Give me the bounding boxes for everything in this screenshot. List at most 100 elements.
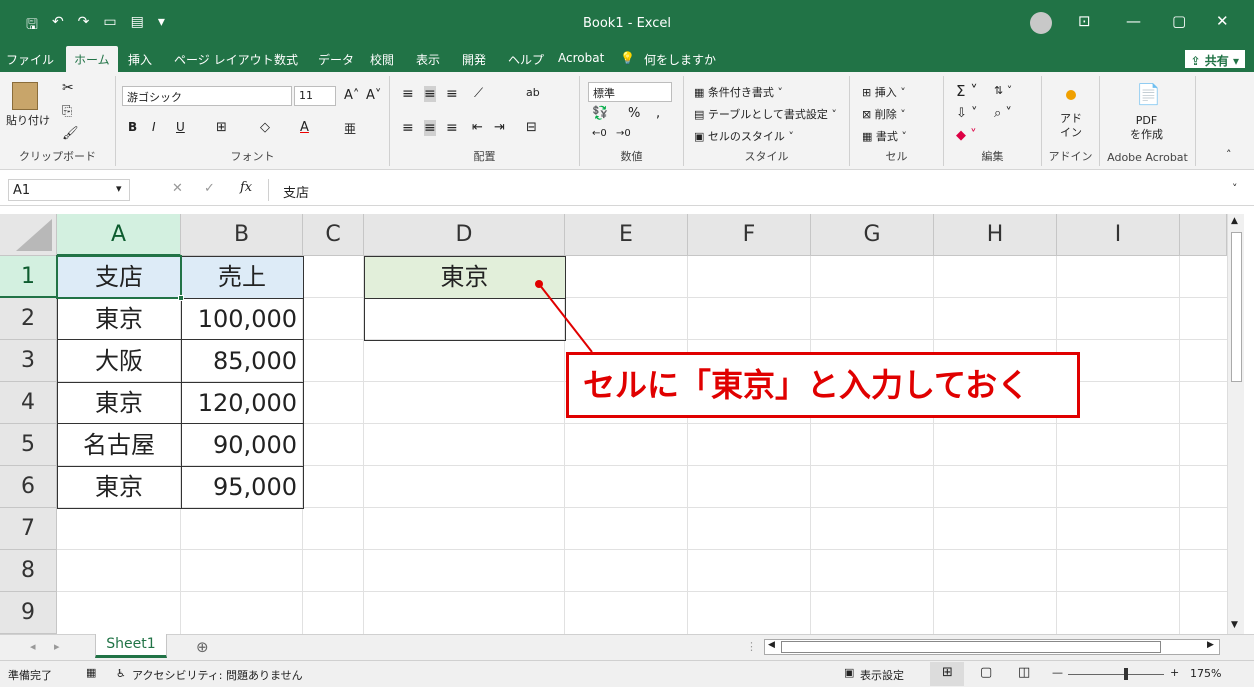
paste-icon[interactable] bbox=[12, 82, 38, 110]
row-header-6[interactable]: 6 bbox=[0, 466, 57, 508]
cut-icon[interactable]: ✂ bbox=[62, 80, 74, 96]
normal-view-icon[interactable]: ⊞ bbox=[942, 665, 953, 680]
decrease-font-icon[interactable]: A˅ bbox=[366, 88, 381, 103]
macro-record-icon[interactable]: ▦ bbox=[86, 666, 96, 679]
increase-font-icon[interactable]: A˄ bbox=[344, 88, 359, 103]
sheet-tab-sheet1[interactable]: Sheet1 bbox=[95, 634, 167, 658]
align-middle-icon[interactable]: ≡ bbox=[424, 86, 436, 102]
cell-a4[interactable]: 東京 bbox=[57, 382, 181, 424]
display-settings[interactable]: 表示設定 bbox=[860, 667, 904, 683]
zoom-in-icon[interactable]: + bbox=[1170, 666, 1179, 679]
addins-icon[interactable] bbox=[1066, 90, 1076, 100]
collapse-ribbon-icon[interactable]: ˄ bbox=[1226, 148, 1232, 161]
close-button[interactable]: ✕ bbox=[1216, 12, 1229, 30]
format-as-table-button[interactable]: ▤ テーブルとして書式設定 ˅ bbox=[694, 106, 837, 122]
share-button[interactable]: ⇪ 共有 ▾ bbox=[1183, 49, 1246, 69]
cell-a3[interactable]: 大阪 bbox=[57, 340, 181, 382]
next-sheet-icon[interactable]: ▸ bbox=[54, 640, 60, 653]
name-box[interactable]: A1 bbox=[8, 179, 130, 201]
column-header-e[interactable]: E bbox=[565, 214, 688, 256]
tab-insert[interactable]: 挿入 bbox=[128, 51, 152, 68]
align-bottom-icon[interactable]: ≡ bbox=[446, 86, 458, 102]
column-header-b[interactable]: B bbox=[181, 214, 303, 256]
fill-color-icon[interactable]: ◇ bbox=[260, 120, 270, 135]
zoom-slider-thumb[interactable] bbox=[1124, 668, 1128, 680]
row-header-8[interactable]: 8 bbox=[0, 550, 57, 592]
orientation-icon[interactable]: ⟋ bbox=[474, 86, 483, 101]
horizontal-scroll-thumb[interactable] bbox=[781, 641, 1161, 653]
prev-sheet-icon[interactable]: ◂ bbox=[30, 640, 36, 653]
zoom-slider[interactable] bbox=[1068, 674, 1164, 675]
insert-cells-button[interactable]: ⊞ 挿入 ˅ bbox=[862, 84, 906, 100]
align-center-icon[interactable]: ≡ bbox=[424, 120, 436, 136]
wrap-text-icon[interactable]: ab bbox=[526, 86, 540, 99]
font-name-select[interactable]: 游ゴシック bbox=[122, 86, 292, 106]
currency-icon[interactable]: 💱 bbox=[592, 106, 608, 121]
page-break-view-icon[interactable]: ◫ bbox=[1018, 665, 1030, 680]
cell-b2[interactable]: 100,000 bbox=[181, 298, 303, 340]
insert-function-icon[interactable]: fx bbox=[240, 180, 252, 195]
paste-label[interactable]: 貼り付け bbox=[6, 112, 50, 128]
row-header-3[interactable]: 3 bbox=[0, 340, 57, 382]
select-all-button[interactable] bbox=[0, 214, 57, 256]
tab-home[interactable]: ホーム bbox=[66, 46, 118, 72]
tab-acrobat[interactable]: Acrobat bbox=[558, 51, 604, 65]
tab-file[interactable]: ファイル bbox=[6, 51, 54, 68]
decrease-indent-icon[interactable]: ⇤ bbox=[472, 120, 483, 135]
tab-view[interactable]: 表示 bbox=[416, 51, 440, 68]
tab-help[interactable]: ヘルプ bbox=[508, 51, 544, 68]
confirm-entry-icon[interactable]: ✓ bbox=[204, 181, 215, 196]
fill-icon[interactable]: ⇩ ˅ bbox=[956, 106, 978, 121]
maximize-button[interactable]: ▢ bbox=[1172, 12, 1186, 30]
cell-b1[interactable]: 売上 bbox=[181, 256, 303, 298]
column-header-d[interactable]: D bbox=[364, 214, 565, 256]
horizontal-scrollbar[interactable]: ◀ ▶ bbox=[764, 639, 1220, 655]
column-header-h[interactable]: H bbox=[934, 214, 1057, 256]
bold-icon[interactable]: B bbox=[128, 120, 137, 134]
column-header-a[interactable]: A bbox=[57, 214, 181, 256]
format-cells-button[interactable]: ▦ 書式 ˅ bbox=[862, 128, 907, 144]
cell-styles-button[interactable]: ▣ セルのスタイル ˅ bbox=[694, 128, 794, 144]
row-header-9[interactable]: 9 bbox=[0, 592, 57, 634]
addins-button[interactable]: アド イン bbox=[1060, 112, 1082, 140]
align-left-icon[interactable]: ≡ bbox=[402, 120, 414, 136]
account-avatar[interactable] bbox=[1030, 12, 1052, 34]
decrease-decimal-icon[interactable]: →0 bbox=[616, 128, 631, 139]
align-right-icon[interactable]: ≡ bbox=[446, 120, 458, 136]
page-layout-view-icon[interactable]: ▢ bbox=[980, 665, 992, 680]
row-header-4[interactable]: 4 bbox=[0, 382, 57, 424]
minimize-button[interactable]: — bbox=[1126, 12, 1141, 30]
tab-page-layout[interactable]: ページ レイアウト bbox=[174, 51, 274, 68]
display-settings-icon[interactable]: ▣ bbox=[844, 666, 854, 679]
cell-a6[interactable]: 東京 bbox=[57, 466, 181, 508]
tab-formulas[interactable]: 数式 bbox=[274, 51, 298, 68]
phonetic-icon[interactable]: 亜 bbox=[344, 120, 356, 137]
column-header-i[interactable]: I bbox=[1057, 214, 1180, 256]
row-header-2[interactable]: 2 bbox=[0, 298, 57, 340]
row-header-5[interactable]: 5 bbox=[0, 424, 57, 466]
zoom-out-icon[interactable]: — bbox=[1052, 666, 1063, 679]
delete-cells-button[interactable]: ⊠ 削除 ˅ bbox=[862, 106, 906, 122]
zoom-level[interactable]: 175% bbox=[1190, 667, 1221, 680]
font-size-select[interactable]: 11 bbox=[294, 86, 336, 106]
row-header-7[interactable]: 7 bbox=[0, 508, 57, 550]
sort-filter-icon[interactable]: ⇅ ˅ bbox=[994, 84, 1012, 97]
cell-b3[interactable]: 85,000 bbox=[181, 340, 303, 382]
row-header-1[interactable]: 1 bbox=[0, 256, 57, 298]
tab-data[interactable]: データ bbox=[318, 51, 354, 68]
formula-input[interactable]: 支店 bbox=[268, 179, 1243, 201]
fill-handle[interactable] bbox=[178, 295, 184, 301]
name-box-dropdown-icon[interactable]: ▾ bbox=[116, 182, 122, 195]
font-color-icon[interactable]: A bbox=[300, 120, 309, 135]
find-select-icon[interactable]: ⌕ ˅ bbox=[994, 106, 1012, 121]
cell-b4[interactable]: 120,000 bbox=[181, 382, 303, 424]
scroll-up-icon[interactable]: ▲ bbox=[1231, 216, 1238, 226]
cell-b6[interactable]: 95,000 bbox=[181, 466, 303, 508]
ribbon-display-icon[interactable]: ⊡ bbox=[1078, 12, 1091, 30]
vertical-scroll-thumb[interactable] bbox=[1231, 232, 1242, 382]
increase-decimal-icon[interactable]: ←0 bbox=[592, 128, 607, 139]
accessibility-icon[interactable]: ♿ bbox=[116, 667, 126, 680]
clear-icon[interactable]: ◆ ˅ bbox=[956, 128, 977, 143]
borders-icon[interactable]: ⊞ bbox=[216, 120, 227, 135]
vertical-scrollbar[interactable]: ▲ ▼ bbox=[1227, 214, 1244, 634]
